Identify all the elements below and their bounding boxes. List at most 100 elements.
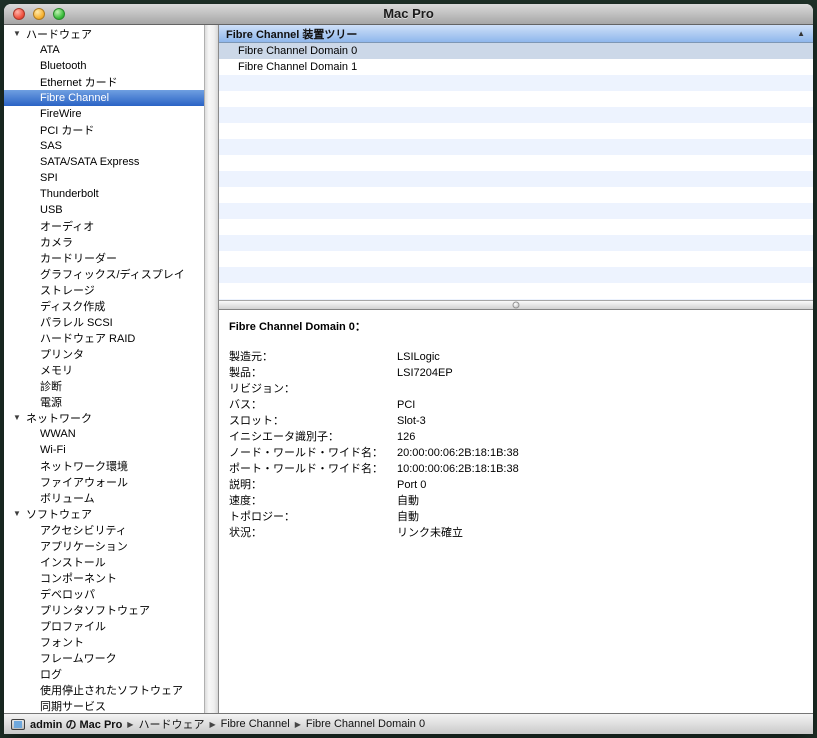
sidebar-item-label: Ethernet カード xyxy=(40,74,118,90)
breadcrumb-label: Fibre Channel Domain 0 xyxy=(306,718,425,730)
sidebar-item[interactable]: 同期サービス xyxy=(4,698,204,713)
sidebar-item[interactable]: 使用停止されたソフトウェア xyxy=(4,682,204,698)
sidebar-item-label: パラレル SCSI xyxy=(40,314,113,330)
sidebar-item[interactable]: Fibre Channel xyxy=(4,90,204,106)
sidebar-item[interactable]: SAS xyxy=(4,138,204,154)
breadcrumb-label: ハードウェア xyxy=(138,716,204,732)
sidebar-item[interactable]: ファイアウォール xyxy=(4,474,204,490)
disclosure-triangle-icon[interactable]: ▼ xyxy=(13,410,26,426)
sidebar-item[interactable]: インストール xyxy=(4,554,204,570)
detail-field-value: 126 xyxy=(397,429,415,445)
sidebar-item[interactable]: PCI カード xyxy=(4,122,204,138)
pane-splitter[interactable] xyxy=(219,300,813,310)
zoom-button[interactable] xyxy=(53,8,65,20)
sidebar-item[interactable]: USB xyxy=(4,202,204,218)
sidebar-item[interactable]: Bluetooth xyxy=(4,58,204,74)
sidebar-item[interactable]: SPI xyxy=(4,170,204,186)
sidebar-item[interactable]: プリンタ xyxy=(4,346,204,362)
detail-field-label: ポート・ワールド・ワイド名： xyxy=(229,461,397,477)
sidebar-item[interactable]: ボリューム xyxy=(4,490,204,506)
sidebar-item-label: USB xyxy=(40,204,63,216)
breadcrumb-label: Fibre Channel xyxy=(221,718,290,730)
disclosure-triangle-icon[interactable]: ▼ xyxy=(13,26,26,42)
sidebar-item[interactable]: ストレージ xyxy=(4,282,204,298)
sidebar-item[interactable]: ログ xyxy=(4,666,204,682)
detail-field-row: バス： PCI xyxy=(229,397,813,413)
sidebar-item[interactable]: ▼ ソフトウェア xyxy=(4,506,204,522)
sidebar-scrollbar[interactable] xyxy=(204,25,219,713)
sidebar-item-label: Wi-Fi xyxy=(40,444,66,456)
sidebar-item-label: ハードウェア RAID xyxy=(40,330,135,346)
system-profiler-window: Mac Pro ▼ ハードウェア ATA Bluetooth xyxy=(4,4,813,734)
sidebar-item[interactable]: カードリーダー xyxy=(4,250,204,266)
detail-field-row: イニシエータ識別子： 126 xyxy=(229,429,813,445)
window-content: ▼ ハードウェア ATA Bluetooth Ethernet カード xyxy=(4,25,813,713)
sidebar-item[interactable]: フレームワーク xyxy=(4,650,204,666)
sidebar-item[interactable]: ディスク作成 xyxy=(4,298,204,314)
sidebar-item[interactable]: ハードウェア RAID xyxy=(4,330,204,346)
sidebar-item-label: ログ xyxy=(40,666,62,682)
sidebar-item[interactable]: オーディオ xyxy=(4,218,204,234)
titlebar[interactable]: Mac Pro xyxy=(4,4,813,25)
detail-field-label: 製造元： xyxy=(229,349,397,365)
detail-field-value: Slot-3 xyxy=(397,413,426,429)
disclosure-triangle-icon[interactable]: ▼ xyxy=(13,506,26,522)
device-tree-header[interactable]: Fibre Channel 装置ツリー ▲ xyxy=(219,25,813,43)
sidebar-item-label: SATA/SATA Express xyxy=(40,156,139,168)
sidebar-item-label: アクセシビリティ xyxy=(40,522,127,538)
sort-ascending-icon: ▲ xyxy=(797,29,805,38)
sidebar-item[interactable]: グラフィックス/ディスプレイ xyxy=(4,266,204,282)
detail-field-value: リンク未確立 xyxy=(397,525,463,541)
sidebar-item[interactable]: SATA/SATA Express xyxy=(4,154,204,170)
sidebar-item[interactable]: WWAN xyxy=(4,426,204,442)
sidebar-item-label: ファイアウォール xyxy=(40,474,128,490)
detail-field-row: 製造元： LSILogic xyxy=(229,349,813,365)
sidebar-item[interactable]: ATA xyxy=(4,42,204,58)
sidebar-item[interactable]: デベロッパ xyxy=(4,586,204,602)
sidebar-item-label: メモリ xyxy=(40,362,73,378)
sidebar-item[interactable]: アクセシビリティ xyxy=(4,522,204,538)
sidebar-item[interactable]: Wi-Fi xyxy=(4,442,204,458)
sidebar-item[interactable]: Thunderbolt xyxy=(4,186,204,202)
sidebar-item-label: 使用停止されたソフトウェア xyxy=(40,682,183,698)
sidebar-item[interactable]: ネットワーク環境 xyxy=(4,458,204,474)
device-tree-row-label: Fibre Channel Domain 1 xyxy=(238,61,357,73)
sidebar-item[interactable]: プリンタソフトウェア xyxy=(4,602,204,618)
sidebar-item[interactable]: メモリ xyxy=(4,362,204,378)
sidebar-item[interactable]: 診断 xyxy=(4,378,204,394)
sidebar-item[interactable]: ▼ ハードウェア xyxy=(4,26,204,42)
device-tree-row[interactable]: Fibre Channel Domain 0 xyxy=(219,43,813,59)
breadcrumb-item: ▶ ハードウェア xyxy=(122,716,204,732)
sidebar-item[interactable]: プロファイル xyxy=(4,618,204,634)
sidebar-item-label: Thunderbolt xyxy=(40,188,99,200)
sidebar-item[interactable]: ▼ ネットワーク xyxy=(4,410,204,426)
detail-field-label: バス： xyxy=(229,397,397,413)
detail-field-row: 製品： LSI7204EP xyxy=(229,365,813,381)
minimize-button[interactable] xyxy=(33,8,45,20)
sidebar-item[interactable]: フォント xyxy=(4,634,204,650)
detail-field-label: リビジョン： xyxy=(229,381,397,397)
sidebar-item-label: ネットワーク環境 xyxy=(40,458,128,474)
detail-field-row: 状況： リンク未確立 xyxy=(229,525,813,541)
breadcrumb: admin の Mac Pro ▶ ハードウェア ▶ Fibre Channel… xyxy=(30,716,425,732)
sidebar-item[interactable]: アプリケーション xyxy=(4,538,204,554)
close-button[interactable] xyxy=(13,8,25,20)
detail-field-row: スロット： Slot-3 xyxy=(229,413,813,429)
sidebar-item-label: FireWire xyxy=(40,108,82,120)
sidebar-item[interactable]: カメラ xyxy=(4,234,204,250)
device-tree-row[interactable]: Fibre Channel Domain 1 xyxy=(219,59,813,75)
breadcrumb-separator-icon: ▶ xyxy=(209,720,215,729)
sidebar-item[interactable]: 電源 xyxy=(4,394,204,410)
main-panes: Fibre Channel 装置ツリー ▲ Fibre Channel Doma… xyxy=(219,25,813,713)
detail-field-label: 説明： xyxy=(229,477,397,493)
sidebar-item[interactable]: FireWire xyxy=(4,106,204,122)
detail-field-value: Port 0 xyxy=(397,477,426,493)
breadcrumb-label: admin の Mac Pro xyxy=(30,716,122,732)
detail-field-label: 製品： xyxy=(229,365,397,381)
device-tree-header-label: Fibre Channel 装置ツリー xyxy=(226,26,357,42)
sidebar-item[interactable]: コンポーネント xyxy=(4,570,204,586)
sidebar-item[interactable]: パラレル SCSI xyxy=(4,314,204,330)
sidebar-item-label: ネットワーク xyxy=(26,410,92,426)
sidebar-item[interactable]: Ethernet カード xyxy=(4,74,204,90)
detail-field-row: 説明： Port 0 xyxy=(229,477,813,493)
